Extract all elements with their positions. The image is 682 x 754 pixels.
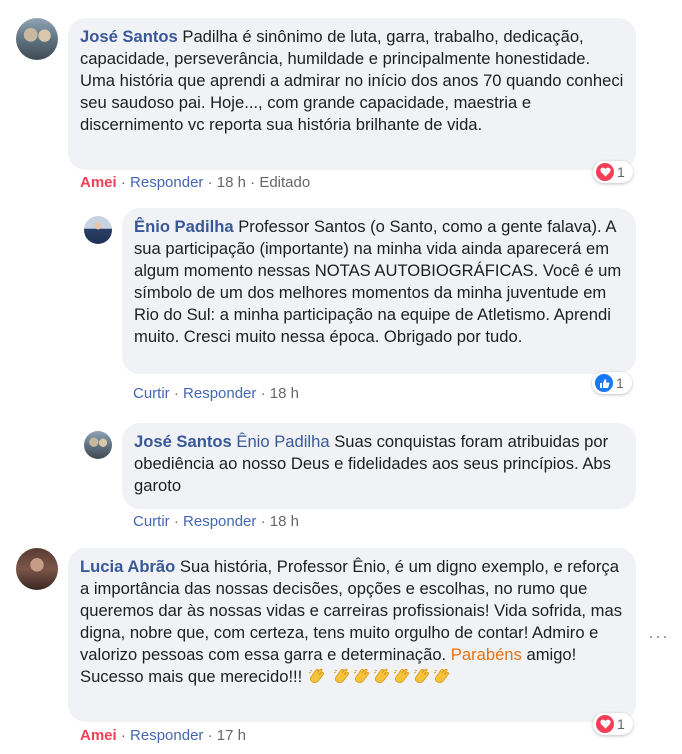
comment-bubble: José Santos Padilha é sinônimo de luta, … [68,18,636,170]
separator: · [260,385,266,402]
reaction-count-label: 1 [617,716,625,732]
heart-icon [596,715,614,733]
edited-label[interactable]: Editado [259,174,310,191]
highlighted-word[interactable]: Parabéns [451,645,522,664]
avatar[interactable] [84,431,112,459]
timestamp[interactable]: 18 h [270,385,299,402]
comment-author[interactable]: José Santos [80,27,178,46]
separator: · [260,513,266,530]
like-button[interactable]: Curtir [133,385,170,402]
avatar[interactable] [16,548,58,590]
clap-emoji-group [307,667,452,686]
clap-emoji [372,667,392,685]
separator: · [173,385,179,402]
comment-author[interactable]: José Santos [134,432,232,451]
comment-text: Professor Santos (o Santo, como a gente … [134,217,622,346]
separator: · [120,174,126,191]
clap-emoji [392,667,412,685]
comment-actions: Amei · Responder · 17 h [80,727,246,744]
comment-bubble: José Santos Ênio Padilha Suas conquistas… [122,423,636,509]
separator: · [250,174,256,191]
more-options-icon[interactable]: ··· [648,626,669,647]
separator: · [207,174,213,191]
comment-actions: Curtir · Responder · 18 h [133,385,299,402]
clap-emoji [352,667,372,685]
comment-bubble: Ênio Padilha Professor Santos (o Santo, … [122,208,636,374]
comment-actions: Curtir · Responder · 18 h [133,513,299,530]
avatar[interactable] [84,216,112,244]
reply-button[interactable]: Responder [183,385,256,402]
reply-button[interactable]: Responder [130,727,203,744]
separator: · [207,727,213,744]
reply-button[interactable]: Responder [130,174,203,191]
like-button[interactable]: Curtir [133,513,170,530]
mention-link[interactable]: Ênio Padilha [236,432,329,451]
timestamp[interactable]: 17 h [217,727,246,744]
reaction-count[interactable]: 1 [593,161,633,183]
heart-icon [596,163,614,181]
timestamp[interactable]: 18 h [217,174,246,191]
separator: · [173,513,179,530]
reply-button[interactable]: Responder [183,513,256,530]
comment-author[interactable]: Lucia Abrão [80,557,175,576]
avatar[interactable] [16,18,58,60]
clap-emoji [307,667,327,685]
comment-bubble: Lucia Abrão Sua história, Professor Ênio… [68,548,636,722]
comment-actions: Amei · Responder · 18 h · Editado [80,174,310,191]
love-button[interactable]: Amei [80,727,117,744]
love-button[interactable]: Amei [80,174,117,191]
reaction-count[interactable]: 1 [593,713,633,735]
clap-emoji [332,667,352,685]
comment-author[interactable]: Ênio Padilha [134,217,234,236]
clap-emoji [432,667,452,685]
timestamp[interactable]: 18 h [270,513,299,530]
reaction-count-label: 1 [616,375,624,391]
separator: · [120,727,126,744]
reaction-count-label: 1 [617,164,625,180]
clap-emoji [412,667,432,685]
reaction-count[interactable]: 1 [592,372,632,394]
like-icon [595,374,613,392]
